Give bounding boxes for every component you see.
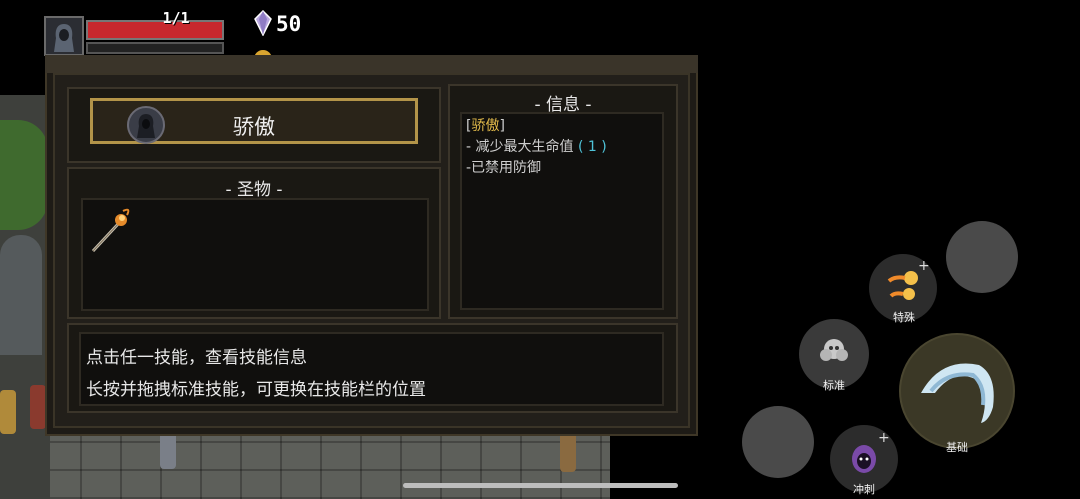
selected-skill-name: 骄傲 (233, 115, 275, 139)
info-skill-name-line: [骄傲] (466, 116, 607, 137)
hooded-statue (0, 235, 42, 355)
ice-slash-icon (921, 363, 994, 423)
npc-character (0, 390, 16, 434)
info-details: [骄傲] - 减少最大生命值 ( 1 ) -已禁用防御 (466, 116, 607, 179)
flaming-staff-icon (91, 208, 130, 253)
gem-icon (254, 10, 272, 36)
shield-bar (86, 42, 224, 54)
plus-icon: + (918, 258, 930, 274)
player-portrait (44, 16, 84, 56)
plus-icon: + (878, 430, 890, 446)
help-line-2: 长按并拖拽标准技能，可更换在技能栏的位置 (86, 380, 426, 400)
gem-count: 50 (276, 12, 302, 36)
basic-attack-button[interactable] (899, 333, 1015, 449)
special-skill-label: 特殊 (893, 311, 915, 324)
info-effect-value-close: ) (596, 139, 607, 155)
home-indicator[interactable] (403, 483, 678, 488)
info-effect-text: - 减少最大生命值 (466, 139, 578, 155)
skill-panel-top-rail (45, 55, 698, 73)
bracket-close: ] (499, 118, 505, 134)
info-skill-name: 骄傲 (471, 118, 500, 134)
empty-skill-button-left[interactable] (742, 406, 814, 478)
help-text: 点击任一技能，查看技能信息 长按并拖拽标准技能，可更换在技能栏的位置 (86, 342, 426, 406)
info-effect-value-open: ( (577, 139, 588, 155)
relic-section-title: - 圣物 - (225, 180, 283, 200)
info-effect-value: 1 (587, 139, 597, 155)
relic-slot[interactable] (87, 203, 137, 253)
hooded-figure-icon (54, 24, 74, 52)
basic-attack-label: 基础 (946, 441, 968, 454)
health-text: 1/1 (162, 9, 190, 27)
help-line-1: 点击任一技能，查看技能信息 (86, 348, 307, 368)
standard-skill-label: 标准 (823, 379, 845, 392)
empty-skill-button-top[interactable] (946, 221, 1018, 293)
info-effect-line-1: - 减少最大生命值 ( 1 ) (466, 137, 607, 158)
dash-skill-label: 冲刺 (853, 483, 875, 496)
npc-character (30, 385, 46, 429)
info-effect-line-2: -已禁用防御 (466, 160, 542, 176)
tree-foliage (0, 120, 48, 230)
